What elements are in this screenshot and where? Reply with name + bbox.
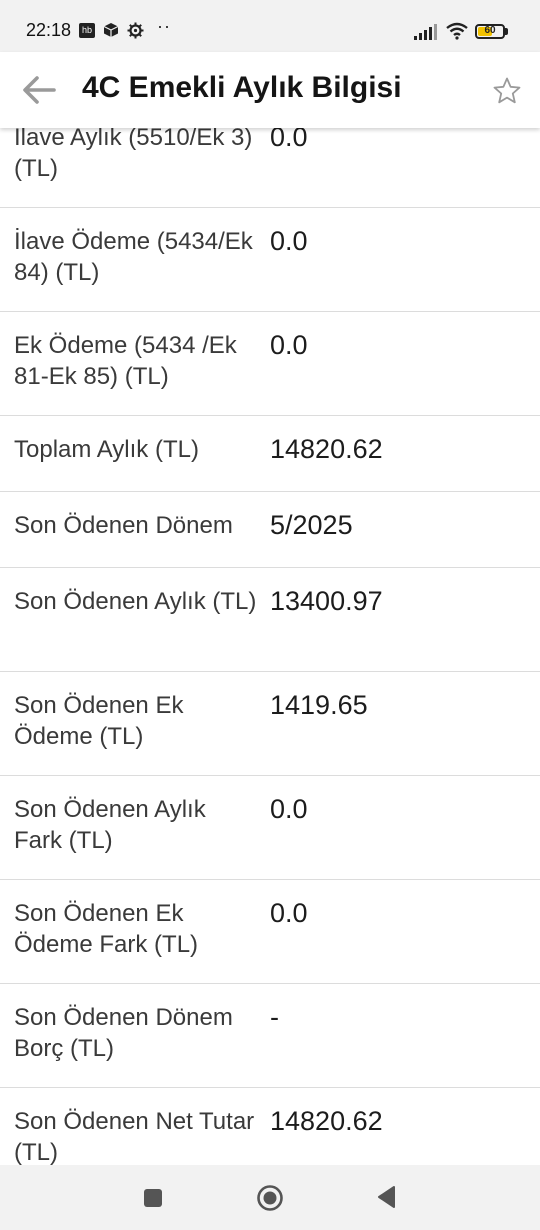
battery-percent: 60 bbox=[484, 25, 496, 36]
info-row-son-odenen-ek-odeme: Son Ödenen Ek Ödeme (TL) 1419.65 bbox=[0, 672, 540, 776]
info-row-ilave-odeme: İlave Ödeme (5434/Ek 84) (TL) 0.0 bbox=[0, 208, 540, 312]
favorite-star-icon[interactable] bbox=[492, 76, 522, 106]
row-value: 0.0 bbox=[270, 128, 308, 152]
back-arrow-icon[interactable] bbox=[20, 72, 58, 108]
row-value: 0.0 bbox=[270, 794, 308, 824]
row-value: 13400.97 bbox=[270, 586, 383, 616]
info-row-ilave-aylik: İlave Aylık (5510/Ek 3) (TL) 0.0 bbox=[0, 128, 540, 208]
home-circle-icon[interactable] bbox=[256, 1184, 284, 1212]
row-label: Ek Ödeme (5434 /Ek 81-Ek 85) (TL) bbox=[14, 332, 237, 390]
row-label: İlave Aylık (5510/Ek 3) (TL) bbox=[14, 128, 253, 182]
system-nav-bar bbox=[0, 1165, 540, 1230]
settings-gear-icon bbox=[127, 22, 144, 39]
info-row-son-odenen-donem: Son Ödenen Dönem 5/2025 bbox=[0, 492, 540, 568]
row-value: 1419.65 bbox=[270, 690, 368, 720]
row-label: Son Ödenen Ek Ödeme (TL) bbox=[14, 692, 184, 750]
row-value: 5/2025 bbox=[270, 510, 353, 540]
status-bar: 22:18 hb ·· 60 bbox=[0, 0, 540, 52]
recents-square-icon[interactable] bbox=[144, 1189, 162, 1207]
row-value: 14820.62 bbox=[270, 434, 383, 464]
row-label: Toplam Aylık (TL) bbox=[14, 436, 199, 463]
info-row-son-odenen-ek-odeme-fark: Son Ödenen Ek Ödeme Fark (TL) 0.0 bbox=[0, 880, 540, 984]
info-row-son-odenen-aylik: Son Ödenen Aylık (TL) 13400.97 bbox=[0, 568, 540, 672]
info-row-son-odenen-net-tutar: Son Ödenen Net Tutar (TL) 14820.62 bbox=[0, 1088, 540, 1165]
page-title: 4C Emekli Aylık Bilgisi bbox=[82, 71, 402, 104]
wifi-icon bbox=[446, 22, 468, 40]
row-value: 0.0 bbox=[270, 330, 308, 360]
row-label: Son Ödenen Dönem bbox=[14, 512, 233, 539]
info-row-son-odenen-donem-borc: Son Ödenen Dönem Borç (TL) - bbox=[0, 984, 540, 1088]
hb-app-icon: hb bbox=[79, 23, 95, 38]
package-icon bbox=[103, 23, 119, 37]
battery-icon: 60 bbox=[475, 24, 505, 39]
app-bar: 4C Emekli Aylık Bilgisi bbox=[0, 52, 540, 128]
more-notifications-icon: ·· bbox=[157, 16, 171, 36]
status-time: 22:18 bbox=[26, 20, 72, 40]
info-row-son-odenen-aylik-fark: Son Ödenen Aylık Fark (TL) 0.0 bbox=[0, 776, 540, 880]
pension-info-list[interactable]: İlave Aylık (5510/Ek 3) (TL) 0.0 İlave Ö… bbox=[0, 128, 540, 1165]
row-value: 0.0 bbox=[270, 898, 308, 928]
row-label: Son Ödenen Ek Ödeme Fark (TL) bbox=[14, 900, 199, 958]
row-label: Son Ödenen Net Tutar (TL) bbox=[14, 1108, 255, 1165]
row-label: Son Ödenen Aylık Fark (TL) bbox=[14, 796, 206, 854]
row-value: 0.0 bbox=[270, 226, 308, 256]
row-label: Son Ödenen Dönem Borç (TL) bbox=[14, 1004, 233, 1062]
signal-strength-icon bbox=[414, 24, 437, 40]
info-row-ek-odeme: Ek Ödeme (5434 /Ek 81-Ek 85) (TL) 0.0 bbox=[0, 312, 540, 416]
info-row-toplam-aylik: Toplam Aylık (TL) 14820.62 bbox=[0, 416, 540, 492]
battery-tip bbox=[505, 28, 508, 35]
row-label: İlave Ödeme (5434/Ek 84) (TL) bbox=[14, 228, 253, 286]
back-triangle-icon[interactable] bbox=[376, 1185, 396, 1209]
row-value: 14820.62 bbox=[270, 1106, 383, 1136]
row-value: - bbox=[270, 1002, 279, 1032]
row-label: Son Ödenen Aylık (TL) bbox=[14, 588, 257, 615]
